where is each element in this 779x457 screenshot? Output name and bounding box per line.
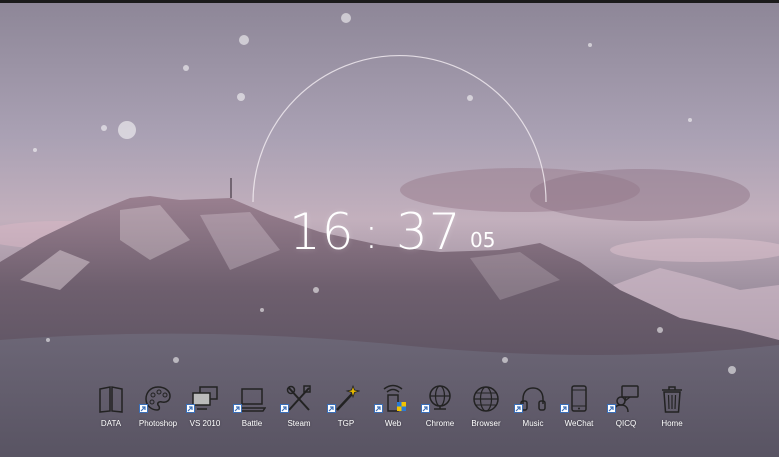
shortcut-arrow-icon (139, 404, 148, 413)
desktop-clock: 16 : 37 05 (0, 192, 779, 272)
shortcut-arrow-icon (421, 404, 430, 413)
screen-top-border (0, 0, 779, 3)
shortcut-arrow-icon (607, 404, 616, 413)
clock-minutes: 37 (396, 203, 462, 261)
tools-icon (285, 384, 313, 416)
magic-wand-icon (332, 384, 360, 416)
shortcut-arrow-icon (280, 404, 289, 413)
clock-seconds: 05 (470, 228, 496, 252)
laptop-icon (238, 384, 266, 416)
palette-icon (144, 384, 172, 416)
headphones-icon (519, 384, 547, 416)
trash-icon (658, 384, 686, 416)
clock-hours: 16 (289, 203, 355, 261)
chat-icon (612, 384, 640, 416)
shortcut-arrow-icon (560, 404, 569, 413)
shortcut-home[interactable]: Home (647, 384, 697, 434)
clock-separator: : (364, 208, 380, 259)
web-globe-icon (472, 384, 500, 416)
book-icon (97, 384, 125, 416)
wireless-device-icon (379, 384, 407, 416)
shortcut-label: Home (661, 419, 683, 428)
shortcut-arrow-icon (514, 404, 523, 413)
globe-icon (426, 384, 454, 416)
desktop-dock: DATA Photoshop VS 2010 Battle Steam TGP … (0, 384, 779, 434)
shortcut-arrow-icon (186, 404, 195, 413)
shortcut-arrow-icon (233, 404, 242, 413)
shortcut-arrow-icon (327, 404, 336, 413)
shortcut-arrow-icon (374, 404, 383, 413)
phone-icon (565, 384, 593, 416)
monitors-icon (191, 384, 219, 416)
